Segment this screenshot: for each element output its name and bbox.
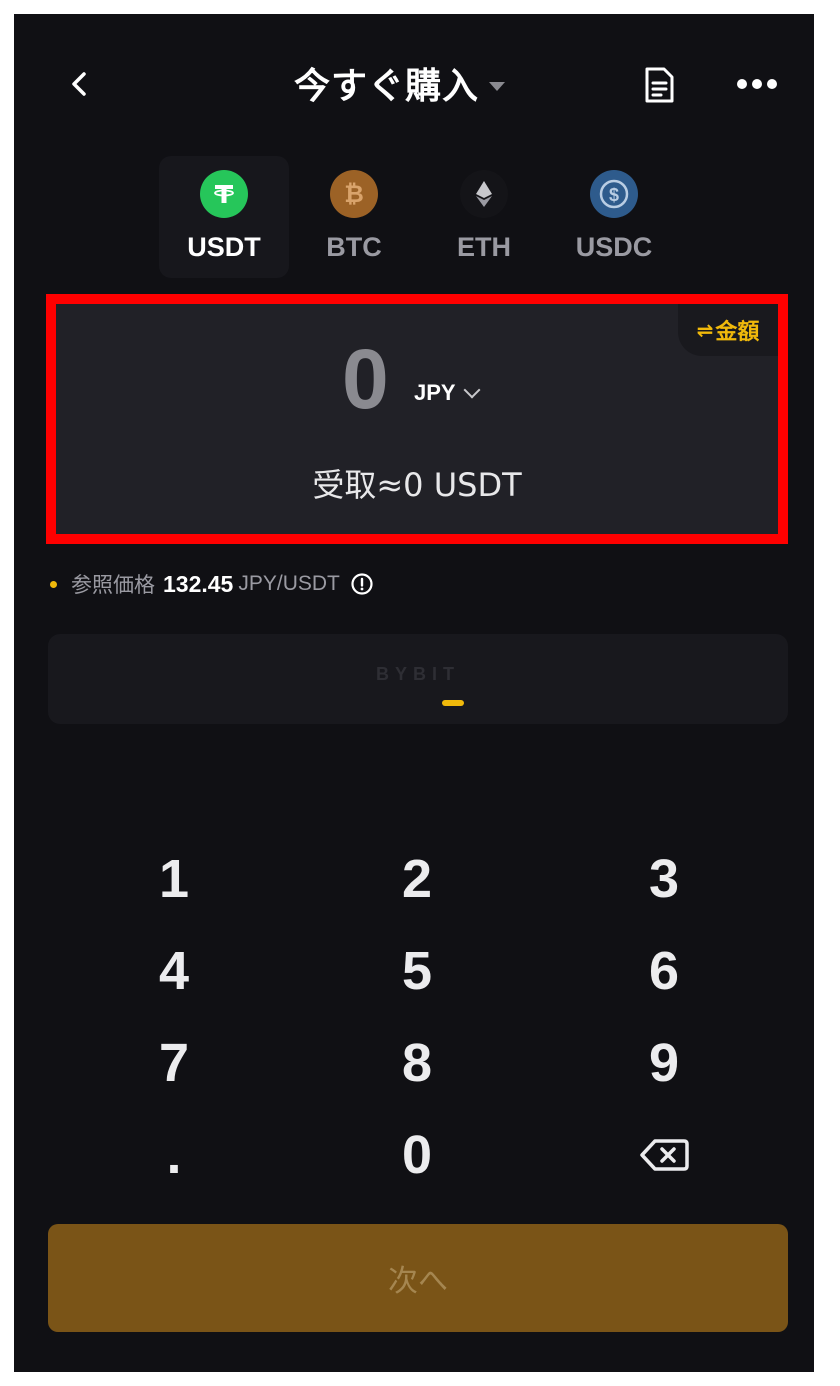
ethereum-icon xyxy=(460,170,508,218)
amount-input-panel[interactable]: ⇌ 金額 0 JPY 受取≈0 USDT xyxy=(46,294,788,544)
key-9[interactable]: 9 xyxy=(574,1018,754,1108)
reference-price-label: 参照価格 xyxy=(71,573,155,597)
key-4[interactable]: 4 xyxy=(84,926,264,1016)
info-icon[interactable] xyxy=(350,572,374,596)
bitcoin-icon: ₿ xyxy=(330,170,378,218)
key-0[interactable]: 0 xyxy=(327,1110,507,1200)
promo-banner[interactable]: BYBIT xyxy=(48,634,788,724)
tab-btc[interactable]: ₿ BTC xyxy=(289,156,419,278)
tab-label: ETH xyxy=(457,232,511,262)
backspace-icon xyxy=(640,1139,689,1171)
usd-coin-icon: $ xyxy=(590,170,638,218)
amount-value: 0 xyxy=(342,332,389,426)
key-1[interactable]: 1 xyxy=(84,834,264,924)
app-screen: 今すぐ購入 USDT ₿ BTC ETH $ USDC ⇌ 金額 0 JPY 受… xyxy=(14,14,814,1372)
reference-price-unit: JPY/USDT xyxy=(238,572,340,595)
reference-price-value: 132.45 xyxy=(163,570,234,597)
chevron-down-icon xyxy=(463,381,481,399)
more-options-icon[interactable] xyxy=(734,72,780,96)
document-icon[interactable] xyxy=(642,66,676,104)
coin-tabs: USDT ₿ BTC ETH $ USDC xyxy=(159,156,679,278)
currency-selector[interactable]: JPY xyxy=(414,380,481,406)
tab-usdt[interactable]: USDT xyxy=(159,156,289,278)
svg-text:$: $ xyxy=(609,185,619,205)
tab-usdc[interactable]: $ USDC xyxy=(549,156,679,278)
key-decimal[interactable]: . xyxy=(84,1110,264,1200)
currency-code: JPY xyxy=(414,380,456,405)
key-backspace[interactable] xyxy=(574,1110,754,1200)
reference-price-row: 参照価格 132.45 JPY/USDT xyxy=(50,568,374,600)
tab-label: USDT xyxy=(187,232,261,262)
caret-down-icon xyxy=(489,81,506,91)
bullet-dot xyxy=(50,580,57,588)
amount-row: 0 JPY xyxy=(56,334,778,424)
next-button[interactable]: 次へ xyxy=(48,1224,788,1332)
key-5[interactable]: 5 xyxy=(327,926,507,1016)
tether-icon xyxy=(200,170,248,218)
key-8[interactable]: 8 xyxy=(327,1018,507,1108)
key-7[interactable]: 7 xyxy=(84,1018,264,1108)
key-6[interactable]: 6 xyxy=(574,926,754,1016)
tab-label: USDC xyxy=(575,232,653,262)
header: 今すぐ購入 xyxy=(14,54,814,114)
receive-estimate: 受取≈0 USDT xyxy=(312,466,522,504)
key-3[interactable]: 3 xyxy=(574,834,754,924)
tab-eth[interactable]: ETH xyxy=(419,156,549,278)
carousel-indicator xyxy=(442,700,464,706)
title-dropdown[interactable]: 今すぐ購入 xyxy=(294,58,506,108)
back-arrow-icon[interactable] xyxy=(64,68,96,100)
bybit-logo: BYBIT xyxy=(376,664,460,684)
page-title: 今すぐ購入 xyxy=(294,66,480,107)
key-2[interactable]: 2 xyxy=(327,834,507,924)
tab-label: BTC xyxy=(326,232,382,262)
